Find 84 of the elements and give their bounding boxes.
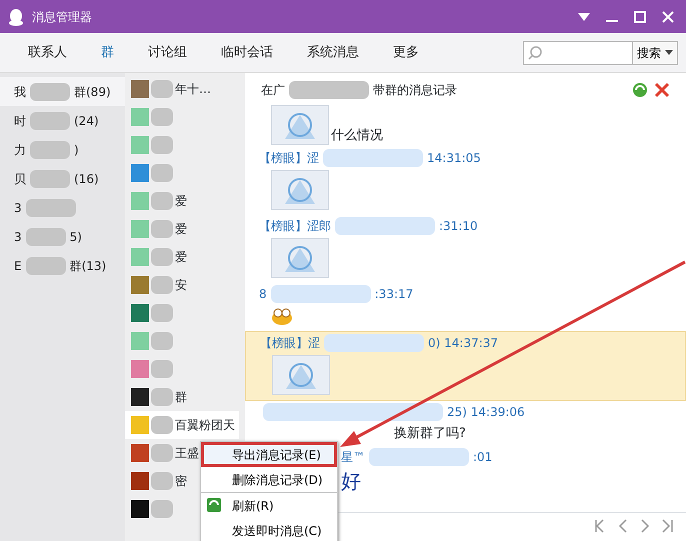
group-category[interactable]: E 群(13) (0, 251, 125, 280)
blurred-region (151, 444, 173, 462)
caret-icon (665, 50, 673, 55)
group-category[interactable]: 贝 (16) (0, 164, 125, 193)
emoji-icon (271, 307, 293, 325)
refresh-icon (207, 498, 221, 512)
search-icon (528, 46, 542, 60)
image-placeholder-icon (271, 170, 329, 210)
search-button[interactable]: 搜索 (633, 40, 678, 64)
group-item[interactable]: 百翼粉团天 (125, 411, 239, 439)
blurred-region (151, 248, 173, 266)
tab[interactable]: 系统消息 (295, 42, 371, 62)
blurred-region (151, 108, 173, 126)
message-text: 好 (341, 468, 361, 494)
message-sender: 【榜眼】涩郎 (259, 218, 331, 235)
blurred-region (151, 220, 173, 238)
tab[interactable]: 临时会话 (209, 42, 285, 62)
group-item[interactable]: 爱 (125, 243, 191, 271)
group-category[interactable]: 我 群(89) (0, 77, 125, 106)
blurred-region (151, 332, 173, 350)
group-item[interactable]: 爱 (125, 187, 191, 215)
window-title: 消息管理器 (32, 8, 93, 26)
blurred-region (151, 388, 173, 406)
group-category[interactable]: 时 (24) (0, 106, 125, 135)
delete-icon (654, 82, 670, 98)
blurred-region (30, 170, 70, 188)
menu-item[interactable]: 发送即时消息(C) (201, 518, 337, 541)
blurred-region (151, 472, 173, 490)
history-title: 带群的消息记录 (373, 82, 458, 99)
message-time: 25) 14:39:06 (447, 404, 525, 421)
blurred-region (151, 164, 173, 182)
group-category[interactable]: 3 (0, 193, 125, 222)
message-time: :01 (473, 448, 492, 466)
image-placeholder-icon (271, 105, 329, 145)
message-sender: 星™ (341, 448, 365, 466)
image-placeholder-icon (272, 355, 330, 395)
blurred-region (26, 198, 76, 216)
blurred-region (151, 304, 173, 322)
message-sender: 【榜眼】涩 (259, 150, 319, 167)
penguin-icon (8, 8, 24, 26)
group-category[interactable]: 力 ) (0, 135, 125, 164)
search-field[interactable] (523, 40, 633, 64)
menu-item[interactable]: 删除消息记录(D) (201, 467, 337, 492)
blurred-region (151, 360, 173, 378)
message-time: :31:10 (439, 218, 478, 235)
blurred-region (30, 112, 70, 130)
message-sender: 【榜眼】涩 (260, 335, 320, 352)
image-placeholder-icon (271, 238, 329, 278)
message-text: 什么情况 (331, 126, 383, 144)
maximize-icon (634, 10, 646, 22)
last-page-icon (660, 518, 674, 534)
group-item[interactable]: 年十… (125, 75, 215, 103)
blurred-region (26, 228, 66, 246)
group-item[interactable]: 爱 (125, 215, 191, 243)
group-item[interactable]: 王盛 (125, 439, 203, 467)
menu-item[interactable]: 刷新(R) (201, 493, 337, 518)
tab[interactable]: 讨论组 (136, 42, 199, 62)
blurred-region (151, 80, 173, 98)
group-item[interactable]: 安 (125, 271, 191, 299)
group-item[interactable]: 密 (125, 467, 191, 495)
message-text: 换新群了吗? (394, 425, 466, 443)
message-time: :33:17 (374, 286, 414, 303)
dropdown-icon (578, 12, 590, 20)
tab[interactable]: 更多 (381, 42, 431, 62)
group-category[interactable]: 3 5) (0, 222, 125, 251)
history-title: 在广 (261, 82, 285, 99)
tab[interactable]: 联系人 (16, 42, 79, 62)
blurred-region (151, 276, 173, 294)
message-sender: 8 (259, 286, 267, 303)
minimize-icon (606, 20, 618, 22)
blurred-region (151, 192, 173, 210)
blurred-region (151, 500, 173, 518)
group-item[interactable]: 群 (125, 383, 191, 411)
close-icon (662, 10, 674, 22)
menu-item[interactable]: 导出消息记录(E) (201, 442, 337, 467)
blurred-region (151, 416, 173, 434)
message-time: 0) 14:37:37 (428, 335, 498, 352)
message-time: 14:31:05 (427, 150, 481, 167)
blurred-region (151, 136, 173, 154)
blurred-region (30, 82, 70, 100)
blurred-region (30, 140, 70, 158)
blurred-region (26, 256, 66, 274)
tab[interactable]: 群 (89, 42, 126, 62)
refresh-icon (632, 82, 648, 98)
